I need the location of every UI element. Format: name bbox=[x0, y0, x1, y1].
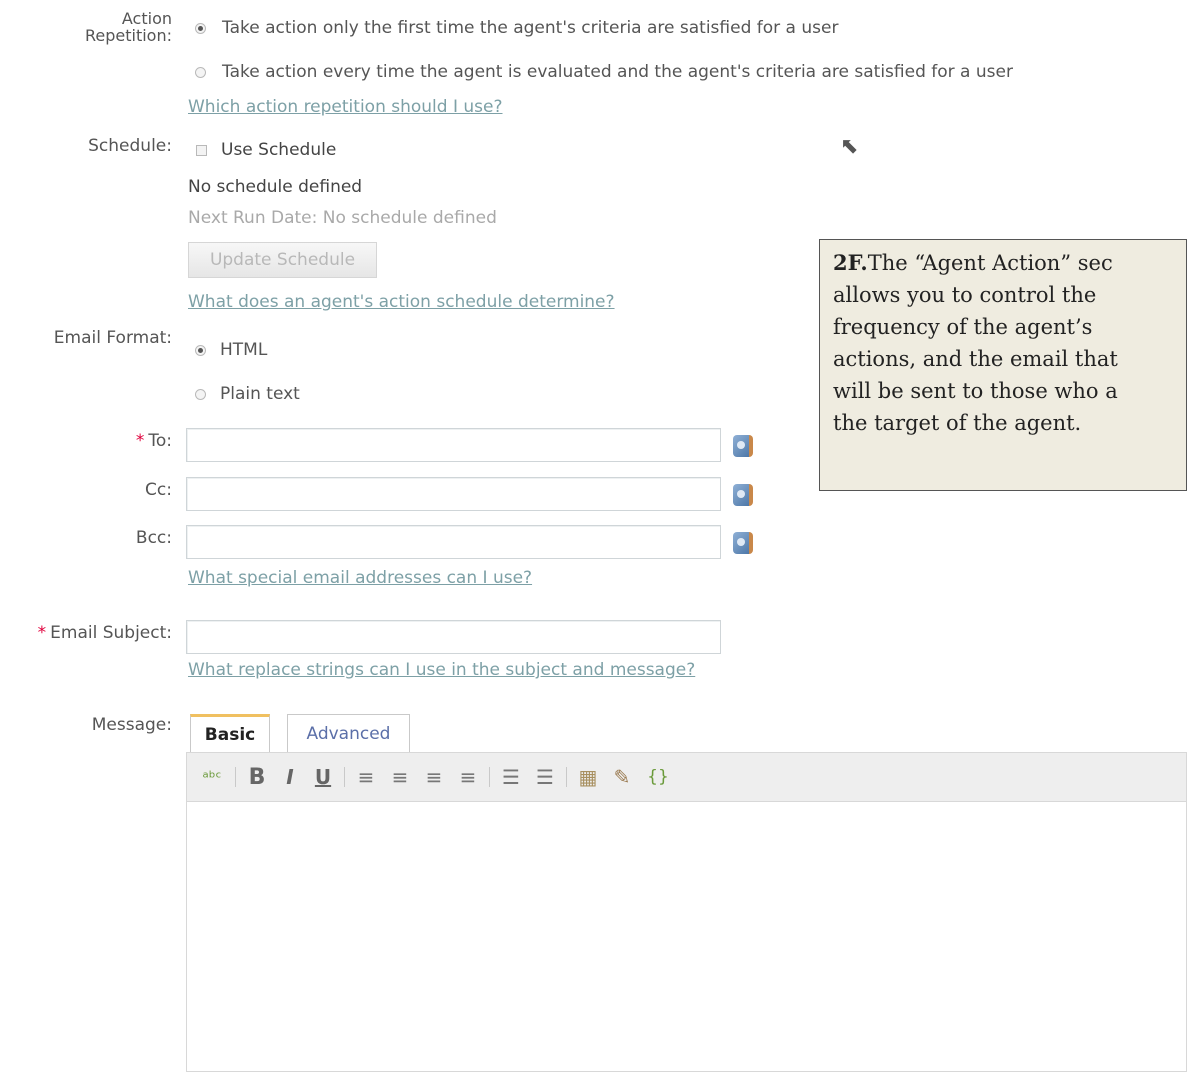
schedule-help-link[interactable]: What does an agent's action schedule det… bbox=[188, 292, 615, 312]
subject-label-text: Email Subject: bbox=[50, 623, 172, 643]
tab-basic[interactable]: Basic bbox=[190, 714, 270, 752]
bcc-address-book-icon[interactable] bbox=[733, 532, 753, 554]
editor-toolbar: ᵃᵇᶜ B I U ≡ ≡ ≡ ≡ ☰ ☰ ▦ ✎ {} bbox=[186, 752, 1187, 802]
cc-field[interactable] bbox=[186, 477, 721, 511]
format-plain-label: Plain text bbox=[220, 384, 300, 404]
align-left-icon[interactable]: ≡ bbox=[353, 760, 379, 794]
editor-toolbar-row: ᵃᵇᶜ B I U ≡ ≡ ≡ ≡ ☰ ☰ ▦ ✎ {} bbox=[187, 753, 1186, 801]
action-repetition-label-line1: Action bbox=[121, 9, 172, 28]
annotation-callout: 2F.The “Agent Action” sec allows you to … bbox=[819, 239, 1187, 491]
email-format-label: Email Format: bbox=[53, 328, 172, 348]
to-address-book-icon[interactable] bbox=[733, 435, 753, 457]
subject-label: * Email Subject: bbox=[4, 623, 172, 643]
numbered-list-icon[interactable]: ☰ bbox=[532, 760, 558, 794]
callout-line-4: actions, and the email that bbox=[833, 347, 1118, 371]
mouse-cursor-icon: ⬉ bbox=[840, 134, 859, 159]
subject-field[interactable] bbox=[186, 620, 721, 654]
bcc-field[interactable] bbox=[186, 525, 721, 559]
tab-advanced[interactable]: Advanced bbox=[287, 714, 410, 752]
callout-line-1: 2F.The “Agent Action” sec bbox=[833, 247, 1186, 279]
align-right-icon[interactable]: ≡ bbox=[421, 760, 447, 794]
insert-link-icon[interactable]: ✎ bbox=[609, 760, 635, 794]
email-addresses-help-link[interactable]: What special email addresses can I use? bbox=[188, 568, 532, 588]
callout-line-5: will be sent to those who a bbox=[833, 379, 1118, 403]
to-field[interactable] bbox=[186, 428, 721, 462]
toolbar-separator bbox=[566, 767, 567, 787]
to-required-marker: * bbox=[135, 431, 145, 451]
cc-address-book-icon[interactable] bbox=[733, 484, 753, 506]
insert-table-icon[interactable]: ▦ bbox=[575, 760, 601, 794]
callout-line-3: frequency of the agent’s bbox=[833, 315, 1093, 339]
bold-button[interactable]: B bbox=[244, 760, 270, 794]
format-html-radio[interactable] bbox=[195, 344, 206, 356]
option-every-time[interactable]: Take action every time the agent is eval… bbox=[195, 62, 1013, 82]
toolbar-separator bbox=[344, 767, 345, 787]
use-schedule-option[interactable]: Use Schedule bbox=[196, 140, 336, 160]
message-editor-area[interactable] bbox=[186, 802, 1187, 1072]
every-time-label: Take action every time the agent is eval… bbox=[222, 62, 1013, 82]
bulleted-list-icon[interactable]: ☰ bbox=[498, 760, 524, 794]
schedule-status: No schedule defined bbox=[188, 177, 363, 197]
callout-line-6: the target of the agent. bbox=[833, 411, 1082, 435]
format-html-option[interactable]: HTML bbox=[195, 340, 267, 360]
use-schedule-checkbox[interactable] bbox=[196, 144, 207, 156]
format-html-label: HTML bbox=[220, 340, 268, 360]
bcc-label: Bcc: bbox=[135, 528, 172, 548]
format-plain-radio[interactable] bbox=[195, 388, 206, 400]
subject-required-marker: * bbox=[37, 623, 47, 643]
agent-action-page: Action Repetition: Take action only the … bbox=[0, 0, 1187, 1072]
schedule-label: Schedule: bbox=[88, 136, 172, 156]
next-run-date: Next Run Date: No schedule defined bbox=[188, 208, 497, 228]
toolbar-separator bbox=[489, 767, 490, 787]
insert-replace-string-icon[interactable]: {} bbox=[643, 760, 673, 794]
to-label: * To: bbox=[40, 431, 172, 451]
update-schedule-button[interactable]: Update Schedule bbox=[188, 242, 377, 278]
option-first-time[interactable]: Take action only the first time the agen… bbox=[195, 18, 838, 38]
action-repetition-help-link[interactable]: Which action repetition should I use? bbox=[188, 97, 503, 117]
bcc-address-book-icon-inner bbox=[737, 538, 745, 546]
cc-label: Cc: bbox=[145, 480, 172, 500]
callout-step-number: 2F. bbox=[833, 250, 868, 275]
message-label: Message: bbox=[91, 715, 172, 735]
align-justify-icon[interactable]: ≡ bbox=[455, 760, 481, 794]
format-plain-option[interactable]: Plain text bbox=[195, 384, 300, 404]
toolbar-separator bbox=[235, 767, 236, 787]
spellcheck-icon[interactable]: ᵃᵇᶜ bbox=[197, 760, 227, 794]
to-address-book-icon-inner bbox=[737, 441, 745, 449]
action-repetition-label-line2: Repetition: bbox=[85, 26, 172, 45]
every-time-radio[interactable] bbox=[195, 66, 206, 78]
italic-button[interactable]: I bbox=[278, 760, 302, 794]
first-time-radio[interactable] bbox=[195, 22, 206, 34]
replace-strings-help-link[interactable]: What replace strings can I use in the su… bbox=[188, 660, 695, 680]
align-center-icon[interactable]: ≡ bbox=[387, 760, 413, 794]
to-label-text: To: bbox=[148, 431, 172, 451]
cc-address-book-icon-inner bbox=[737, 490, 745, 498]
use-schedule-label: Use Schedule bbox=[221, 140, 337, 160]
action-repetition-label: Action Repetition: bbox=[54, 10, 172, 44]
underline-button[interactable]: U bbox=[310, 760, 336, 794]
callout-line-1-text: The “Agent Action” sec bbox=[867, 251, 1113, 275]
first-time-label: Take action only the first time the agen… bbox=[222, 18, 839, 38]
callout-line-2: allows you to control the bbox=[833, 283, 1097, 307]
